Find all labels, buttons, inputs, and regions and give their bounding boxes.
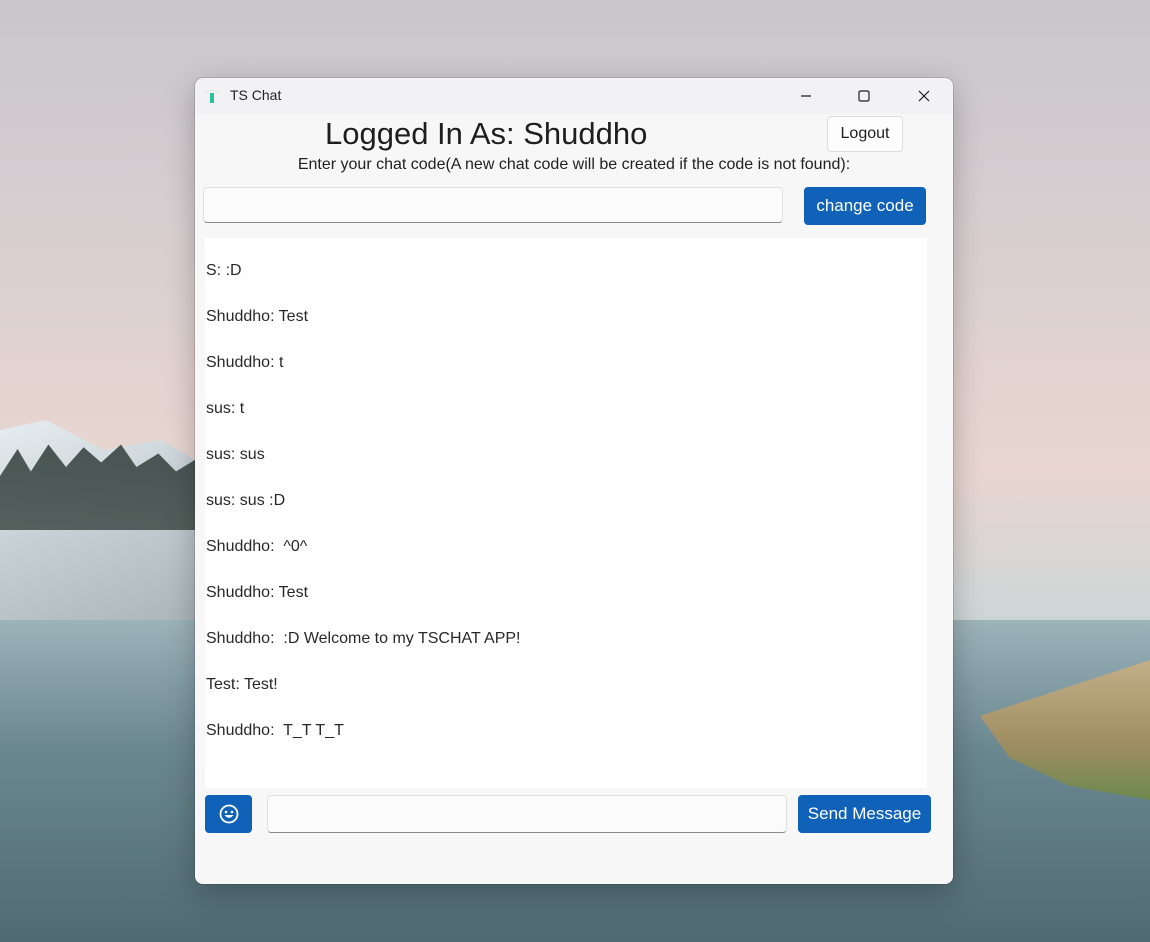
minimize-icon xyxy=(801,95,811,97)
smiley-icon xyxy=(219,804,238,824)
close-icon xyxy=(918,90,930,102)
list-item: Shuddho: :D Welcome to my TSCHAT APP! xyxy=(206,630,521,647)
close-button[interactable] xyxy=(895,78,953,114)
list-item: sus: sus xyxy=(206,446,265,463)
list-item: Shuddho: t xyxy=(206,354,284,371)
chat-code-input[interactable] xyxy=(203,187,783,223)
logout-button[interactable]: Logout xyxy=(827,116,903,152)
list-item: sus: sus :D xyxy=(206,492,286,509)
list-item: Shuddho: Test xyxy=(206,584,309,601)
list-item: Shuddho: T_T T_T xyxy=(206,722,344,739)
maximize-button[interactable] xyxy=(835,78,893,114)
change-code-button[interactable]: change code xyxy=(804,187,926,225)
title-bar[interactable]: TS Chat xyxy=(195,78,953,114)
list-item: Shuddho: Test xyxy=(206,308,309,325)
app-window: TS Chat Logged In As: Shuddho Logout Ent… xyxy=(195,78,953,884)
list-item: sus: t xyxy=(206,400,245,417)
chat-code-label: Enter your chat code(A new chat code wil… xyxy=(297,156,851,173)
message-input[interactable] xyxy=(267,795,787,833)
maximize-icon xyxy=(858,90,870,102)
main-content: Logged In As: Shuddho Logout Enter your … xyxy=(195,114,953,884)
app-icon xyxy=(204,88,220,104)
page-title: Logged In As: Shuddho xyxy=(325,116,648,151)
list-item: Test: Test! xyxy=(206,676,278,693)
message-list[interactable]: S: :D Shuddho: Test Shuddho: t sus: t su… xyxy=(205,238,927,788)
emoji-button[interactable] xyxy=(205,795,252,833)
window-title: TS Chat xyxy=(230,87,282,103)
send-message-button[interactable]: Send Message xyxy=(798,795,931,833)
list-item: Shuddho: ^0^ xyxy=(206,538,308,555)
list-item: S: :D xyxy=(206,262,242,279)
minimize-button[interactable] xyxy=(777,78,835,114)
